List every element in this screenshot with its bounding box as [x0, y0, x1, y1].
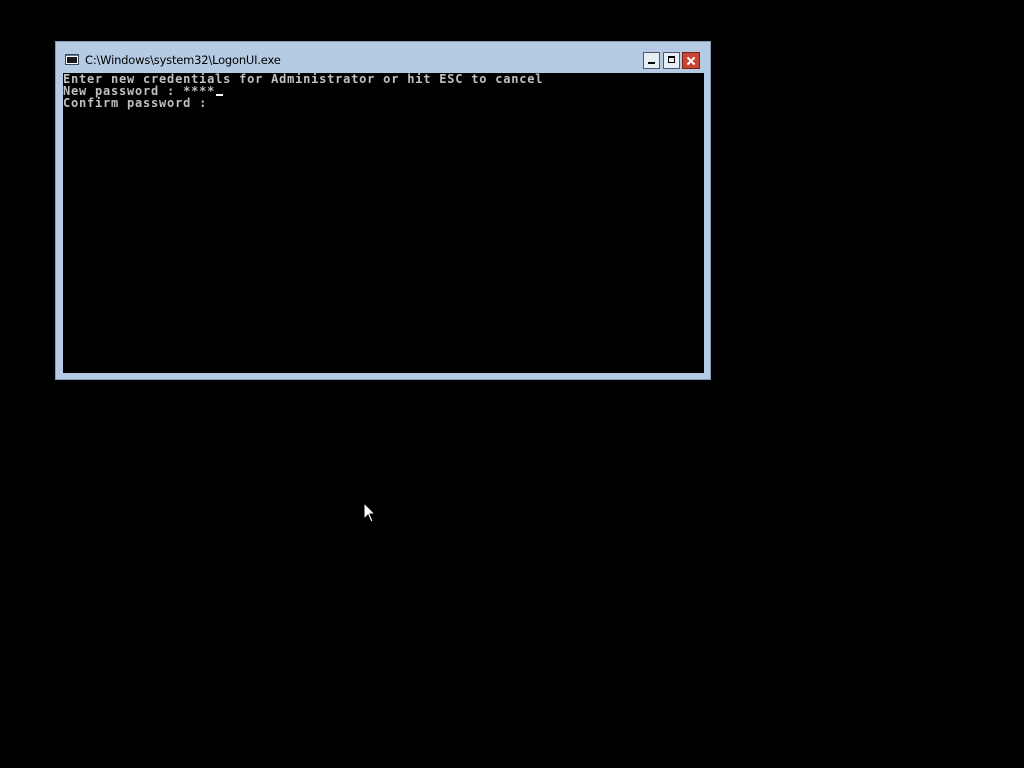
- text-cursor: [216, 94, 224, 96]
- window-title: C:\Windows\system32\LogonUI.exe: [85, 53, 281, 67]
- console-window: C:\Windows\system32\LogonUI.exe Enter ne…: [55, 41, 711, 380]
- confirm-password-line: Confirm password :: [63, 97, 704, 109]
- maximize-button[interactable]: [663, 52, 680, 69]
- confirm-password-label: Confirm password :: [63, 96, 216, 110]
- minimize-button[interactable]: [643, 52, 660, 69]
- close-button[interactable]: [682, 52, 700, 69]
- console-app-icon[interactable]: [65, 54, 79, 65]
- mouse-pointer-icon: [363, 502, 377, 523]
- title-bar[interactable]: C:\Windows\system32\LogonUI.exe: [56, 42, 710, 72]
- desktop: C:\Windows\system32\LogonUI.exe Enter ne…: [0, 0, 1024, 768]
- console-output[interactable]: Enter new credentials for Administrator …: [63, 73, 704, 373]
